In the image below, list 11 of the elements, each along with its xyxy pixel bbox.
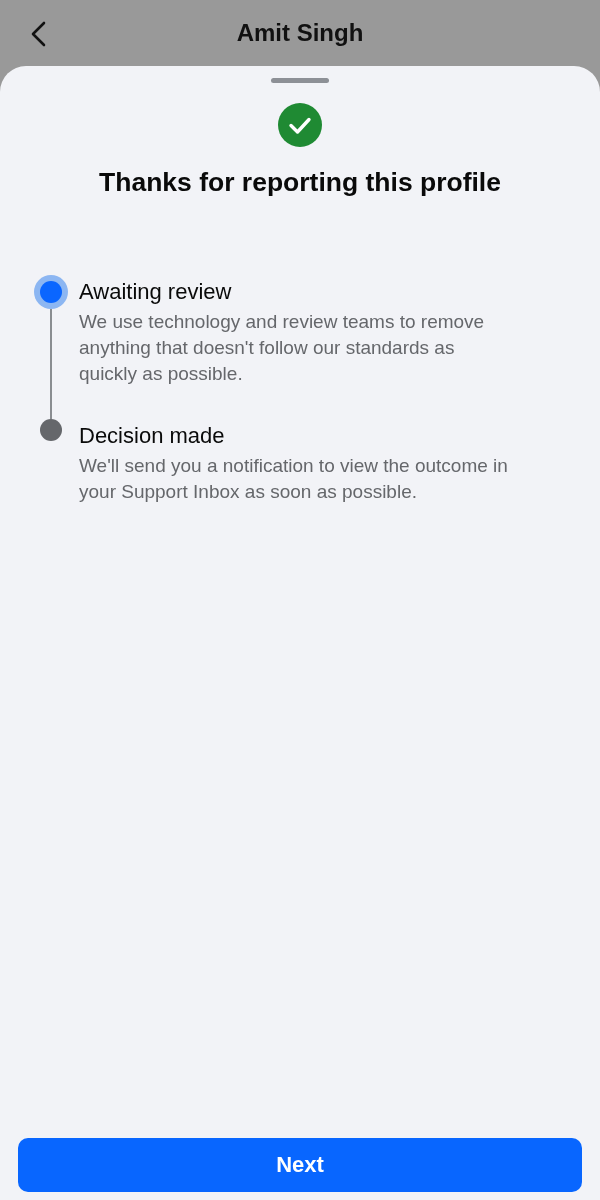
back-chevron-icon <box>30 21 46 47</box>
back-button[interactable] <box>30 21 46 47</box>
header-title: Amit Singh <box>236 19 364 47</box>
step-title: Decision made <box>79 422 226 450</box>
next-button[interactable]: Next <box>18 1138 582 1192</box>
step-description: We use technology and review teams to remove anything that doesn't follow our standards as quickly as possible. <box>79 310 486 386</box>
step-description: We'll send you a notification to view the outcome in your Support Inbox as soon as possible. <box>79 454 509 504</box>
success-check-icon <box>278 103 322 147</box>
sheet-title: Thanks for reporting this profile <box>99 166 501 199</box>
step-title: Awaiting review <box>79 278 233 306</box>
drag-handle[interactable] <box>271 78 329 83</box>
